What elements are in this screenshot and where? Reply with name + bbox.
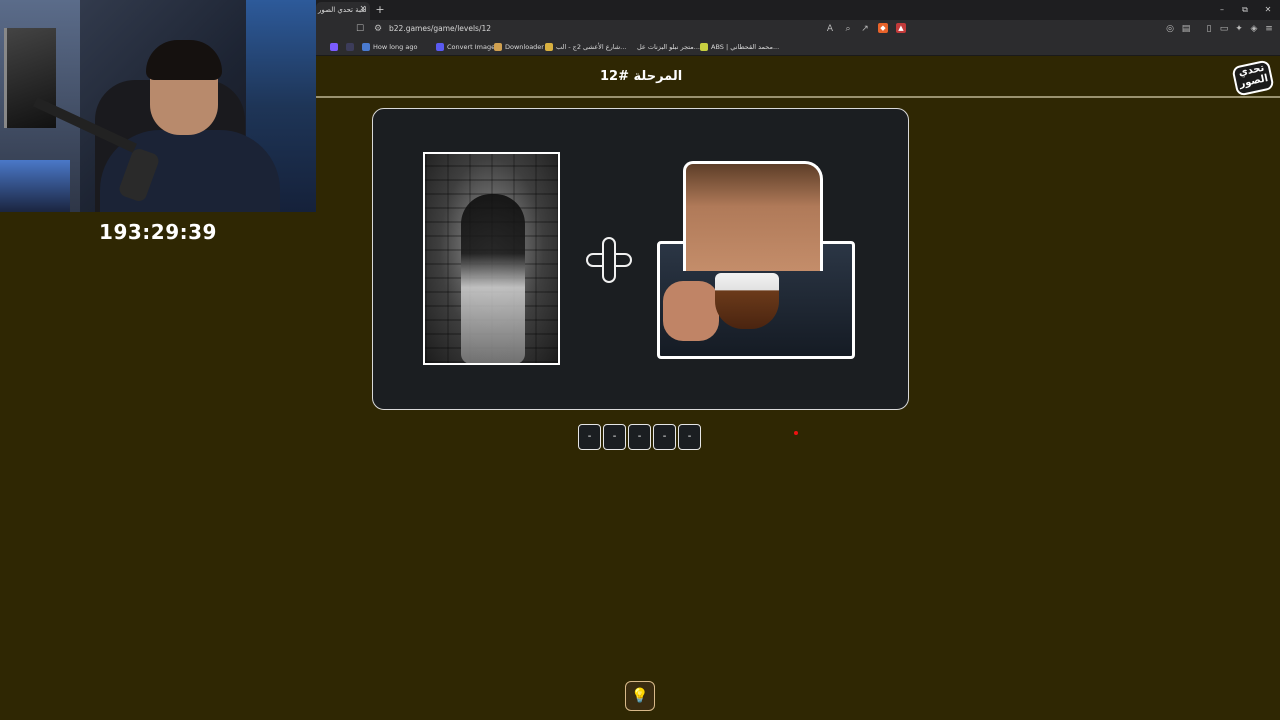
menu-icon[interactable]: ≡ xyxy=(1263,22,1275,36)
bookmark-label: How long ago xyxy=(373,43,418,51)
page-header: المرحلة #12 تحدي الصور xyxy=(316,57,1280,98)
leo-icon[interactable]: ✦ xyxy=(1233,22,1245,36)
answer-slot[interactable]: - xyxy=(678,424,701,450)
tab-close-icon[interactable]: ✕ xyxy=(358,2,368,16)
plus-icon xyxy=(586,237,632,283)
bookmark-favicon xyxy=(362,43,370,51)
bookmark-label: شارع الأعشى 2ج - الب... xyxy=(556,43,627,51)
cursor-indicator xyxy=(794,431,798,435)
hint-button[interactable]: 💡 xyxy=(625,681,655,711)
bookmark-favicon xyxy=(545,43,553,51)
bookmark-item[interactable]: شارع الأعشى 2ج - الب... xyxy=(545,41,626,53)
bookmark-favicon xyxy=(436,43,444,51)
lightbulb-icon: 💡 xyxy=(631,688,649,704)
level-title: المرحلة #12 xyxy=(600,69,683,84)
translate-icon[interactable]: A xyxy=(824,22,836,36)
clue-image-ghost xyxy=(423,152,560,365)
reader-icon[interactable]: ▤ xyxy=(1180,22,1192,36)
bookmark-label: Convert Image xyxy=(447,43,496,51)
share-icon[interactable]: ↗ xyxy=(859,22,871,36)
browser-window: لعبة تحدي الصور ✕ + – ⧉ ✕ ☐ ⚙ b22.games/… xyxy=(316,0,1280,720)
logo-text: تحدي الصور xyxy=(1237,62,1270,90)
bookmark-icon[interactable]: ☐ xyxy=(354,22,366,36)
address-bar: ☐ ⚙ b22.games/game/levels/12 A ⌕ ↗ ◆ ▲ ◎… xyxy=(316,20,1280,38)
bookmark-favicon xyxy=(494,43,502,51)
site-info-icon[interactable]: ⚙ xyxy=(372,22,384,36)
answer-slot[interactable]: - xyxy=(653,424,676,450)
restore-button[interactable]: ⧉ xyxy=(1238,3,1252,17)
answer-slot[interactable]: - xyxy=(603,424,626,450)
clue-image-coffee xyxy=(657,161,855,359)
bookmark-item[interactable]: Convert Image xyxy=(436,41,495,53)
bookmark-item[interactable] xyxy=(330,41,341,53)
answer-slot[interactable]: - xyxy=(578,424,601,450)
bookmark-label: ABS | محمد القحطاني... xyxy=(711,43,780,51)
game-page: المرحلة #12 تحدي الصور - - - - - 💡 xyxy=(316,57,1280,720)
bookmark-favicon xyxy=(346,43,354,51)
bookmark-favicon xyxy=(700,43,708,51)
sidebar-icon[interactable]: ▯ xyxy=(1203,22,1215,36)
wallet-icon[interactable]: ▭ xyxy=(1218,22,1230,36)
bookmark-item[interactable]: Downloader xyxy=(494,41,544,53)
site-logo[interactable]: تحدي الصور xyxy=(1231,59,1275,97)
puzzle-card xyxy=(372,108,909,410)
close-window-button[interactable]: ✕ xyxy=(1261,3,1275,17)
bookmark-favicon xyxy=(626,43,634,51)
bookmark-label: Downloader xyxy=(505,43,544,51)
extensions-icon[interactable]: ◎ xyxy=(1164,22,1176,36)
minimize-button[interactable]: – xyxy=(1215,3,1229,17)
bookmark-item[interactable] xyxy=(346,41,357,53)
vpn-icon[interactable]: ◈ xyxy=(1248,22,1260,36)
stream-timer: 193:29:39 xyxy=(99,220,217,244)
answer-slot[interactable]: - xyxy=(628,424,651,450)
bookmark-item[interactable]: How long ago xyxy=(362,41,417,53)
zoom-icon[interactable]: ⌕ xyxy=(842,22,854,36)
bookmarks-bar: How long ago Convert Image Downloader شا… xyxy=(316,38,1280,56)
bookmark-favicon xyxy=(330,43,338,51)
brave-shield-icon[interactable]: ◆ xyxy=(878,23,888,33)
tab-bar: لعبة تحدي الصور ✕ + – ⧉ ✕ xyxy=(316,0,1280,20)
new-tab-button[interactable]: + xyxy=(374,3,386,17)
bookmark-item[interactable]: ABS | محمد القحطاني... xyxy=(700,41,779,53)
url-field[interactable]: b22.games/game/levels/12 xyxy=(389,22,491,36)
rewards-icon[interactable]: ▲ xyxy=(896,23,906,33)
webcam-overlay xyxy=(0,0,316,212)
bookmark-item[interactable]: متجر نبلو البزنات عل... xyxy=(626,41,700,53)
bookmark-label: متجر نبلو البزنات عل... xyxy=(637,43,700,51)
